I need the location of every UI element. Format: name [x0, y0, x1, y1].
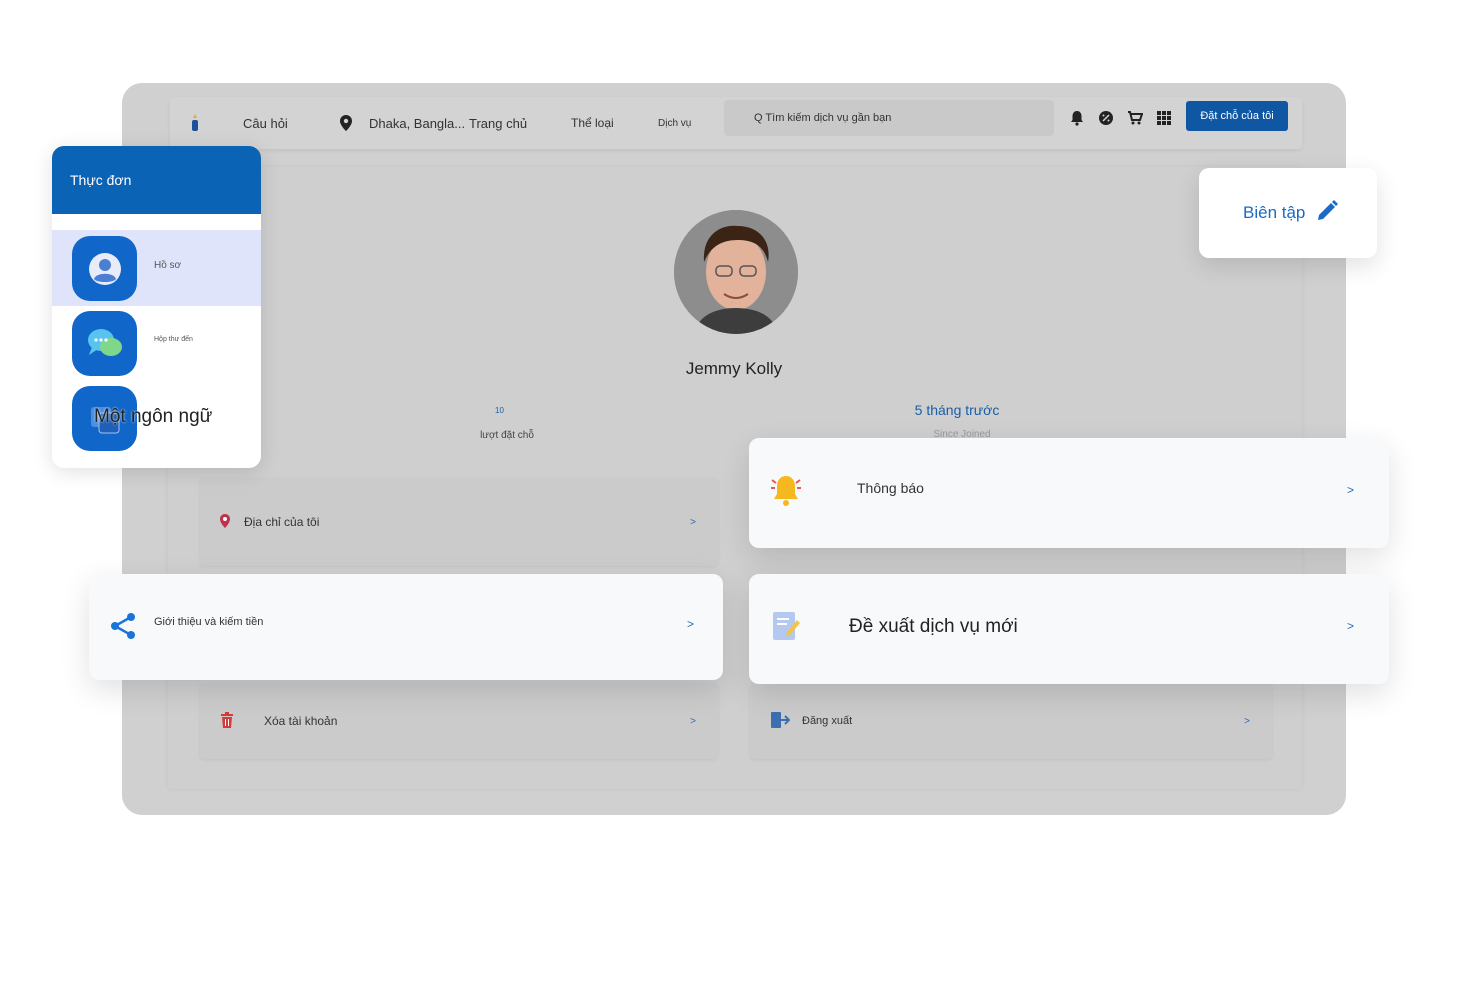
edit-label: Biên tập: [1243, 203, 1306, 222]
discount-icon[interactable]: [1097, 109, 1115, 127]
map-pin-icon: [220, 513, 230, 531]
my-bookings-button[interactable]: Đặt chỗ của tôi: [1186, 101, 1288, 131]
menu-item-label: Một ngôn ngữ: [94, 406, 213, 427]
nav-home[interactable]: Trang chủ: [469, 97, 527, 149]
nav-faq[interactable]: Câu hỏi: [243, 97, 288, 149]
nav-services[interactable]: Dịch vụ: [658, 97, 691, 149]
bookings-label: lượt đặt chỗ: [480, 430, 534, 441]
nav-location[interactable]: Dhaka, Bangla...: [369, 97, 465, 149]
menu-item-profile[interactable]: Hồ sơ: [52, 230, 261, 306]
logo[interactable]: [188, 97, 202, 149]
joined-since-label: Since Joined: [933, 429, 991, 438]
profile-name: Jemmy Kolly: [685, 359, 783, 378]
avatar: [674, 210, 798, 334]
chevron-right-icon: >: [1347, 483, 1355, 497]
address-label: Địa chỉ của tôi: [244, 515, 320, 529]
share-icon: [109, 612, 137, 645]
menu-item-inbox[interactable]: Hộp thư đến: [52, 306, 261, 382]
edit-button[interactable]: Biên tập: [1199, 168, 1377, 258]
chevron-right-icon: >: [687, 617, 695, 631]
top-navbar: Câu hỏi Dhaka, Bangla... Trang chủ Thể l…: [170, 97, 1302, 149]
joined-since-value: 5 tháng trước: [914, 402, 1000, 418]
profile-icon: [72, 236, 137, 301]
menu-item-label: Hồ sơ: [154, 260, 182, 271]
chevron-right-icon: >: [690, 516, 696, 528]
logout-label: Đăng xuất: [802, 715, 853, 727]
menu-title: Thực đơn: [52, 146, 261, 214]
search-input[interactable]: Q Tìm kiếm dịch vụ gần bạn: [724, 100, 1054, 136]
logout-icon: [770, 711, 791, 732]
location-pin-icon: [340, 97, 352, 149]
grid-apps-icon[interactable]: [1155, 109, 1173, 127]
bell-icon[interactable]: [1068, 109, 1086, 127]
chevron-right-icon: >: [690, 715, 696, 727]
trash-icon: [220, 711, 234, 731]
menu-item-label: Hộp thư đến: [154, 336, 193, 343]
chevron-right-icon: >: [1244, 715, 1250, 727]
chat-bubble-icon: [72, 311, 137, 376]
chevron-right-icon: >: [1347, 619, 1355, 633]
bookings-count: 10: [495, 406, 504, 415]
suggest-service-label: Đề xuất dịch vụ mới: [849, 616, 1018, 637]
address-card[interactable]: Địa chỉ của tôi >: [200, 478, 718, 566]
pencil-icon: [1315, 199, 1339, 228]
notifications-label: Thông báo: [857, 480, 924, 496]
notifications-card[interactable]: Thông báo >: [749, 438, 1389, 548]
side-menu: Thực đơn Hồ sơ Hộp thư đến Một ngôn ngữ: [52, 146, 261, 468]
referral-card[interactable]: Giới thiệu và kiếm tiền >: [89, 574, 723, 680]
referral-label: Giới thiệu và kiếm tiền: [154, 616, 264, 628]
cart-icon[interactable]: [1126, 109, 1144, 127]
logout-card[interactable]: Đăng xuất >: [750, 683, 1272, 759]
delete-account-card[interactable]: Xóa tài khoản >: [200, 683, 718, 759]
document-edit-icon: [771, 610, 801, 647]
nav-category[interactable]: Thể loại: [571, 97, 614, 149]
suggest-service-card[interactable]: Đề xuất dịch vụ mới >: [749, 574, 1389, 684]
alarm-bell-icon: [769, 472, 803, 513]
delete-account-label: Xóa tài khoản: [264, 714, 338, 728]
menu-item-language[interactable]: Một ngôn ngữ: [52, 382, 261, 458]
